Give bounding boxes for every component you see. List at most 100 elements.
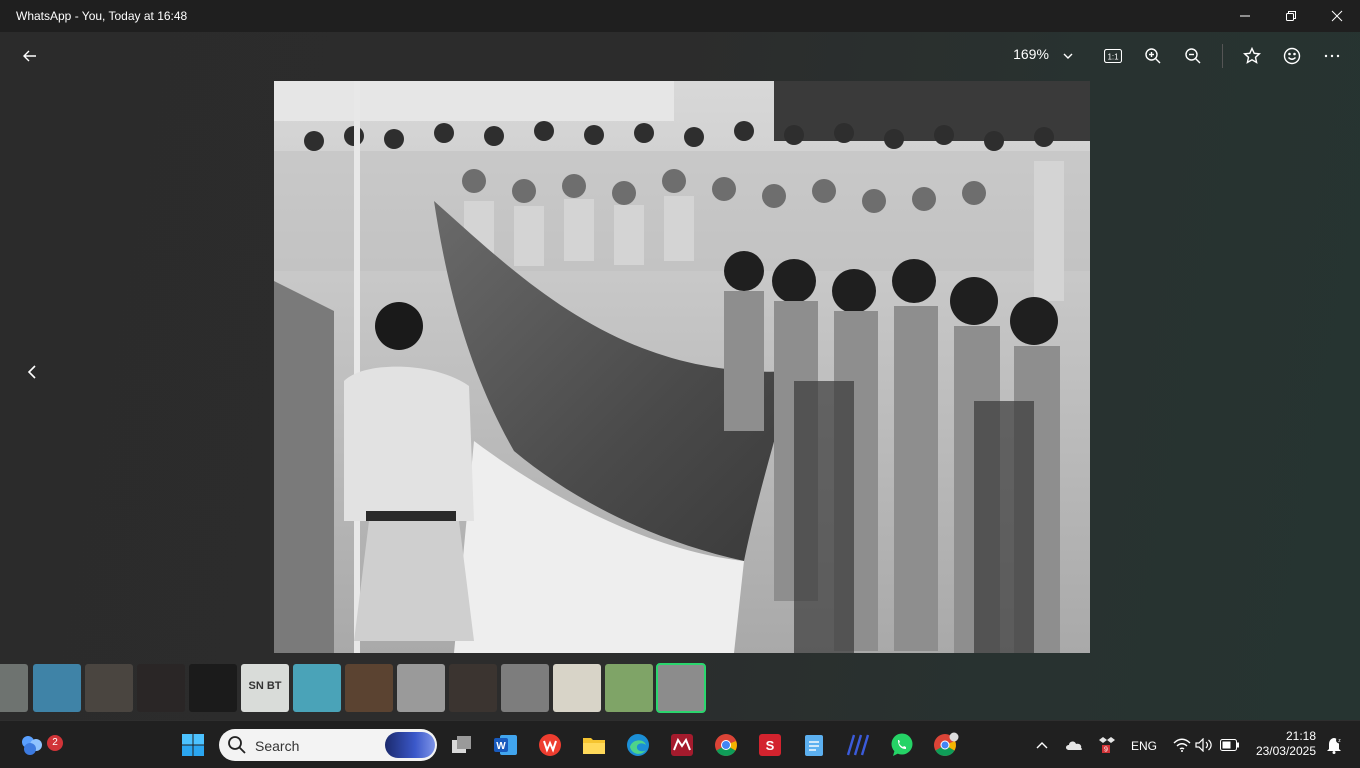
weather-widget-icon [22,736,42,755]
svg-text:W: W [496,741,506,752]
thumb-5[interactable] [189,664,237,712]
thumb-label: SN BT [248,680,282,692]
taskbar-word[interactable]: W [490,729,522,761]
filmstrip: SN BT [0,663,720,713]
toolbar-divider [1222,44,1223,68]
taskbar-smadav[interactable]: S [754,729,786,761]
tray-app[interactable]: 9 [1090,729,1122,761]
notification-icon: z [1327,736,1343,754]
taskbar-wps[interactable] [534,729,566,761]
thumb-14[interactable] [656,663,706,713]
thumb-1[interactable] [0,664,28,712]
thumb-8[interactable] [345,664,393,712]
black-and-white-photo-flag-ceremony [274,81,1090,653]
chrome-profile-icon [934,732,959,756]
taskbar-chrome[interactable] [710,729,742,761]
widgets-badge: 2 [47,735,63,751]
dropbox-icon: 9 [1099,737,1115,754]
whatsapp-icon [891,733,913,756]
svg-text:9: 9 [1104,747,1108,754]
emoji-icon [1283,47,1301,65]
tray-overflow-button[interactable] [1026,729,1058,761]
thumb-3[interactable] [85,664,133,712]
close-icon [1331,10,1343,22]
chevron-up-icon [1036,742,1048,749]
photo-viewer: 169% 1:1 SN BT [0,32,1360,720]
taskbar-notepad[interactable] [798,729,830,761]
more-icon [1324,54,1340,58]
system-clock[interactable]: 21:18 23/03/2025 [1256,729,1316,759]
battery-icon [1220,739,1239,751]
mendeley-icon [671,734,693,756]
zoom-dropdown-button[interactable] [1052,40,1084,72]
wps-icon [539,734,561,756]
language-indicator[interactable]: ENG [1131,739,1157,753]
volume-icon [1195,738,1212,752]
thumb-2[interactable] [33,664,81,712]
taskbar-chrome-profile[interactable] [930,729,962,761]
thumb-9[interactable] [397,664,445,712]
cloud-icon [1066,741,1083,750]
zoom-in-icon [1145,48,1161,64]
taskbar: 2 Search W S 9 ENG 21:18 23/03/2025 z [0,720,1360,768]
minimize-icon [1240,15,1250,17]
thumb-10[interactable] [449,664,497,712]
svg-text:S: S [766,738,775,753]
taskbar-whatsapp[interactable] [886,729,918,761]
edge-icon [627,734,649,756]
file-explorer-icon [583,738,605,754]
thumb-6[interactable]: SN BT [241,664,289,712]
thumb-13[interactable] [605,664,653,712]
taskbar-mendeley[interactable] [666,729,698,761]
previous-photo-button[interactable] [16,356,48,388]
tray-onedrive[interactable] [1058,729,1090,761]
word-icon: W [494,735,517,755]
window-title: WhatsApp - You, Today at 16:48 [16,9,188,23]
arrow-left-icon [23,50,36,62]
actual-size-button[interactable]: 1:1 [1097,40,1129,72]
widgets-button[interactable]: 2 [16,729,63,761]
zoom-out-button[interactable] [1177,40,1209,72]
thumb-11[interactable] [501,664,549,712]
start-icon [182,734,204,756]
photo [274,81,1090,653]
taskbar-edge[interactable] [622,729,654,761]
search-highlight-art [385,732,435,758]
search-icon [228,736,246,754]
chevron-down-icon [1063,53,1073,59]
zoom-out-icon [1185,48,1201,64]
smadav-icon: S [759,734,781,756]
svg-text:1:1: 1:1 [1107,53,1119,62]
clock-time: 21:18 [1285,729,1316,743]
zoom-in-button[interactable] [1137,40,1169,72]
close-button[interactable] [1314,0,1360,32]
taskbar-task-view[interactable] [446,729,478,761]
zoom-level[interactable]: 169% [1003,46,1059,62]
chevron-left-icon [27,365,36,379]
title-bar: WhatsApp - You, Today at 16:48 [0,0,1360,32]
thumb-7[interactable] [293,664,341,712]
restore-icon [1286,11,1296,21]
search-input[interactable]: Search [219,729,437,761]
thumb-4[interactable] [137,664,185,712]
clock-date: 23/03/2025 [1255,744,1316,758]
actual-size-icon: 1:1 [1104,49,1122,63]
more-options-button[interactable] [1316,40,1348,72]
restore-button[interactable] [1268,0,1314,32]
tray-battery[interactable] [1214,729,1246,761]
chrome-icon [715,734,737,756]
start-button[interactable] [177,729,209,761]
notepad-icon [805,735,823,756]
thumb-12[interactable] [553,664,601,712]
taskbar-sound-blaster[interactable] [842,729,874,761]
taskbar-file-explorer[interactable] [578,729,610,761]
react-button[interactable] [1276,40,1308,72]
star-icon [1243,47,1261,64]
favorite-button[interactable] [1236,40,1268,72]
sound-blaster-icon [846,734,870,756]
back-button[interactable] [14,40,46,72]
task-view-icon [452,736,471,753]
notifications-button[interactable]: z [1318,729,1350,761]
minimize-button[interactable] [1222,0,1268,32]
search-label: Search [255,738,300,754]
